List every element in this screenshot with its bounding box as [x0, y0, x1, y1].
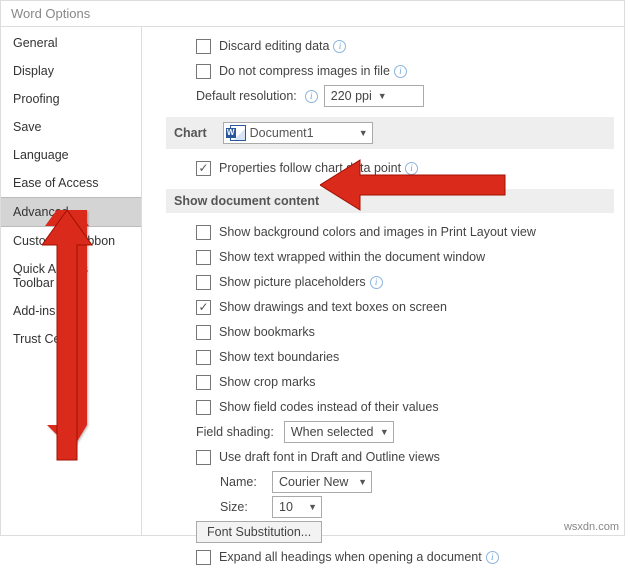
- sidebar-item-quick-access[interactable]: Quick Access Toolbar: [1, 255, 141, 297]
- chevron-down-icon: ▼: [378, 91, 387, 101]
- info-icon[interactable]: i: [405, 162, 418, 175]
- chart-prop-label: Properties follow chart data point: [219, 161, 401, 175]
- draft-size-dropdown[interactable]: 10 ▼: [272, 496, 322, 518]
- sidebar-item-proofing[interactable]: Proofing: [1, 85, 141, 113]
- chevron-down-icon: ▼: [359, 128, 368, 138]
- default-resolution-label: Default resolution:: [196, 89, 297, 103]
- window-title: Word Options: [0, 0, 625, 26]
- show-bg-label: Show background colors and images in Pri…: [219, 225, 536, 239]
- field-shading-row: Field shading: When selected ▼: [166, 421, 614, 443]
- show-book-checkbox[interactable]: [196, 325, 211, 340]
- draft-font-label: Use draft font in Draft and Outline view…: [219, 450, 440, 464]
- category-sidebar: General Display Proofing Save Language E…: [1, 27, 142, 535]
- draft-name-dropdown[interactable]: Courier New ▼: [272, 471, 372, 493]
- show-wrap-checkbox[interactable]: [196, 250, 211, 265]
- discard-editing-label: Discard editing data: [219, 39, 329, 53]
- show-book-label: Show bookmarks: [219, 325, 315, 339]
- draft-size-value: 10: [279, 500, 293, 514]
- show-bound-checkbox[interactable]: [196, 350, 211, 365]
- not-compress-label: Do not compress images in file: [219, 64, 390, 78]
- sidebar-item-display[interactable]: Display: [1, 57, 141, 85]
- draft-font-checkbox[interactable]: [196, 450, 211, 465]
- expand-headings-label: Expand all headings when opening a docum…: [219, 550, 482, 564]
- font-substitution-button[interactable]: Font Substitution...: [196, 521, 322, 543]
- show-draw-label: Show drawings and text boxes on screen: [219, 300, 447, 314]
- chart-section-header: Chart Document1 ▼: [166, 117, 614, 149]
- show-bg-checkbox[interactable]: [196, 225, 211, 240]
- discard-editing-checkbox[interactable]: [196, 39, 211, 54]
- chevron-down-icon: ▼: [380, 427, 389, 437]
- draft-name-label: Name:: [220, 475, 262, 489]
- sidebar-item-language[interactable]: Language: [1, 141, 141, 169]
- show-field-checkbox[interactable]: [196, 400, 211, 415]
- sidebar-item-addins[interactable]: Add-ins: [1, 297, 141, 325]
- info-icon[interactable]: i: [305, 90, 318, 103]
- not-compress-checkbox[interactable]: [196, 64, 211, 79]
- field-shading-value: When selected: [291, 425, 374, 439]
- field-shading-dropdown[interactable]: When selected ▼: [284, 421, 394, 443]
- chart-prop-row: Properties follow chart data point i: [166, 157, 614, 179]
- show-wrap-label: Show text wrapped within the document wi…: [219, 250, 485, 264]
- show-field-label: Show field codes instead of their values: [219, 400, 439, 414]
- sidebar-item-easeofaccess[interactable]: Ease of Access: [1, 169, 141, 197]
- default-resolution-row: Default resolution: i 220 ppi ▼: [166, 85, 614, 107]
- sidebar-item-advanced[interactable]: Advanced: [1, 197, 141, 227]
- chart-document-dropdown[interactable]: Document1 ▼: [223, 122, 373, 144]
- draft-size-label: Size:: [220, 500, 262, 514]
- default-resolution-dropdown[interactable]: 220 ppi ▼: [324, 85, 424, 107]
- show-bound-label: Show text boundaries: [219, 350, 339, 364]
- chevron-down-icon: ▼: [358, 477, 367, 487]
- draft-size-row: Size: 10 ▼: [166, 496, 614, 518]
- info-icon[interactable]: i: [370, 276, 383, 289]
- chart-section-label: Chart: [174, 126, 207, 140]
- field-shading-label: Field shading:: [196, 425, 274, 439]
- info-icon[interactable]: i: [486, 551, 499, 564]
- show-pic-checkbox[interactable]: [196, 275, 211, 290]
- default-resolution-value: 220 ppi: [331, 89, 372, 103]
- show-crop-label: Show crop marks: [219, 375, 316, 389]
- show-pic-label: Show picture placeholders: [219, 275, 366, 289]
- watermark: wsxdn.com: [564, 521, 619, 533]
- content-pane: Discard editing data i Do not compress i…: [142, 27, 624, 535]
- chevron-down-icon: ▼: [308, 502, 317, 512]
- info-icon[interactable]: i: [394, 65, 407, 78]
- show-doc-content-label: Show document content: [174, 194, 319, 208]
- discard-editing-row: Discard editing data i: [166, 35, 614, 57]
- show-draw-checkbox[interactable]: [196, 300, 211, 315]
- chart-document-value: Document1: [250, 126, 314, 140]
- dialog-frame: General Display Proofing Save Language E…: [0, 26, 625, 536]
- show-crop-checkbox[interactable]: [196, 375, 211, 390]
- word-doc-icon: [230, 125, 246, 141]
- info-icon[interactable]: i: [333, 40, 346, 53]
- not-compress-row: Do not compress images in file i: [166, 60, 614, 82]
- draft-name-value: Courier New: [279, 475, 348, 489]
- sidebar-item-general[interactable]: General: [1, 29, 141, 57]
- sidebar-item-trust-center[interactable]: Trust Center: [1, 325, 141, 353]
- sidebar-item-customize-ribbon[interactable]: Customize Ribbon: [1, 227, 141, 255]
- sidebar-item-save[interactable]: Save: [1, 113, 141, 141]
- chart-prop-checkbox[interactable]: [196, 161, 211, 176]
- draft-name-row: Name: Courier New ▼: [166, 471, 614, 493]
- show-doc-content-header: Show document content: [166, 189, 614, 213]
- expand-headings-checkbox[interactable]: [196, 550, 211, 565]
